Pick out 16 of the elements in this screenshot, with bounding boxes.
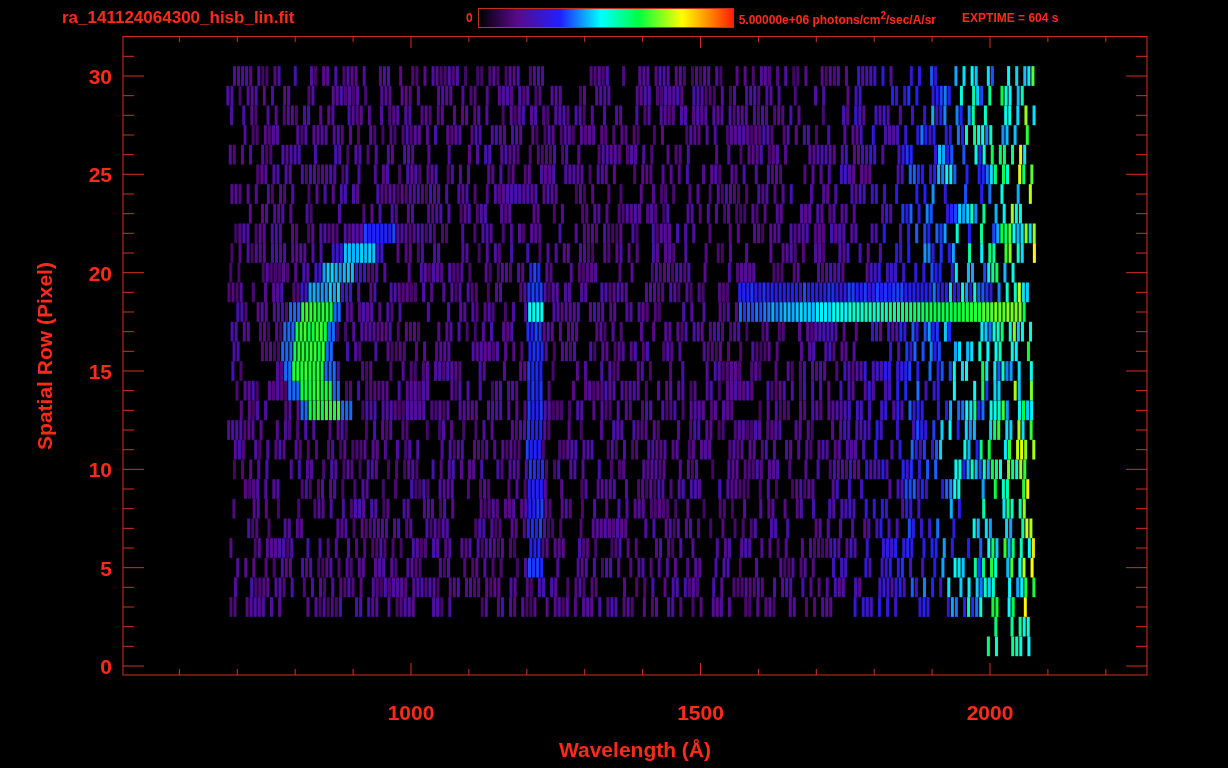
exposure-time: EXPTIME = 604 s xyxy=(962,11,1059,25)
tick-label: 10 xyxy=(88,458,112,482)
scale-max-label: 5.00000e+06 photons/cm$^{2}$/sec/A/sr xyxy=(738,9,937,27)
tick-label: 2000 xyxy=(966,701,1014,724)
tick-label: 25 xyxy=(88,163,112,187)
tick-label: 1000 xyxy=(387,701,435,724)
tick-label: 5 xyxy=(100,556,112,580)
scale-min-label: 0 xyxy=(466,11,473,25)
tick-label: 0 xyxy=(100,655,112,678)
tick-label: 30 xyxy=(88,65,112,88)
axis-title: Spatial Row (Pixel) xyxy=(33,262,56,450)
tick-label: 20 xyxy=(88,261,112,285)
axis-title: Wavelength (Å) xyxy=(558,738,712,761)
tick-label: 15 xyxy=(88,360,112,383)
file-title: ra_141124064300_hisb_lin.fit xyxy=(62,8,296,28)
tick-label: 1500 xyxy=(677,701,724,724)
